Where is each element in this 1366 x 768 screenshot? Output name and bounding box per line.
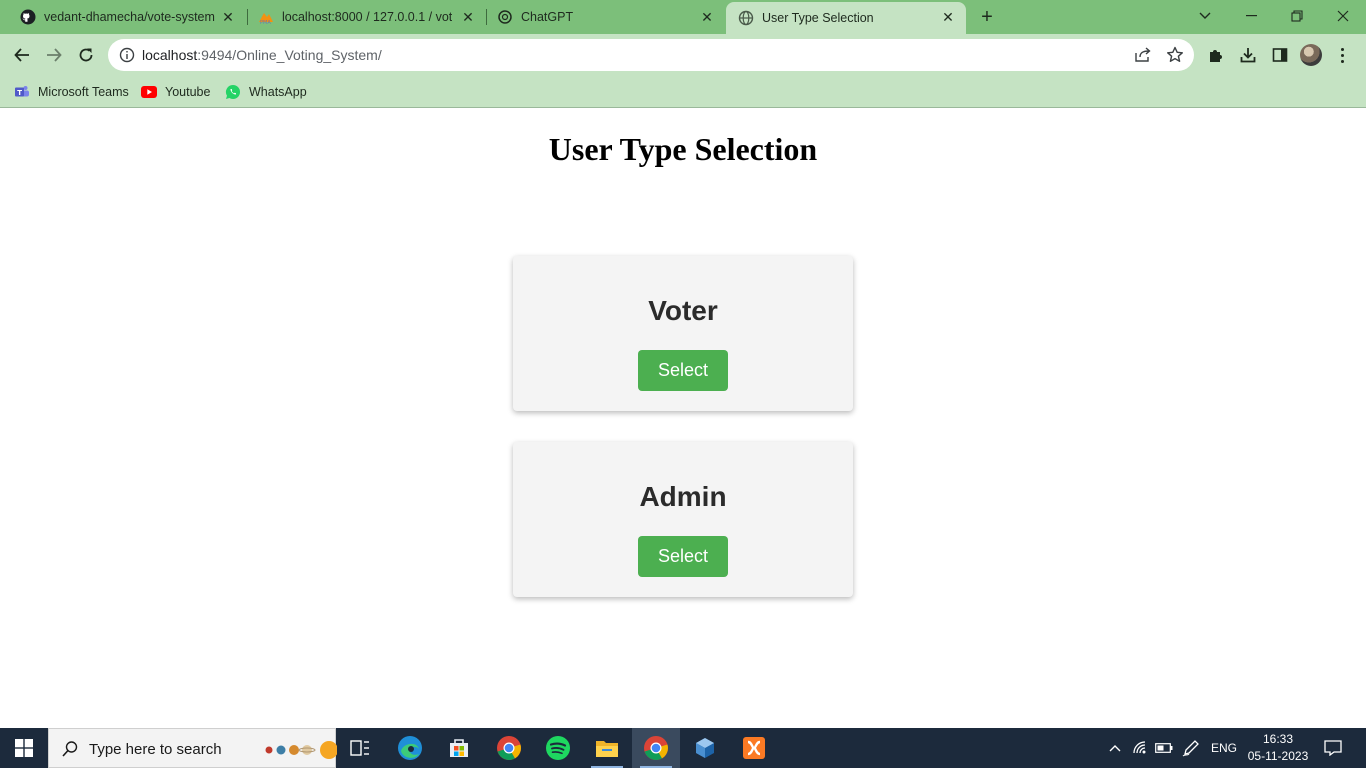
show-hidden-icons-chevron-icon[interactable]	[1104, 728, 1126, 768]
page-content: User Type Selection Voter Select Admin S…	[0, 109, 1366, 728]
bookmark-star-icon[interactable]	[1166, 46, 1184, 69]
select-admin-button[interactable]: Select	[638, 536, 728, 577]
bookmark-label: Microsoft Teams	[38, 85, 129, 99]
search-placeholder: Type here to search	[89, 741, 222, 758]
tab-strip: vedant-dhamecha/vote-system ✕ PMA localh…	[0, 0, 1366, 34]
tab-phpmyadmin[interactable]: PMA localhost:8000 / 127.0.0.1 / vote ✕	[248, 0, 486, 34]
chatgpt-icon	[497, 9, 513, 25]
bookmarks-bar: T Microsoft Teams Youtube WhatsApp	[0, 76, 1366, 108]
profile-avatar[interactable]	[1300, 44, 1322, 66]
card-title: Voter	[648, 295, 718, 326]
bookmark-microsoft-teams[interactable]: T Microsoft Teams	[14, 83, 129, 101]
battery-icon[interactable]	[1153, 728, 1175, 768]
microsoft-store-icon[interactable]	[435, 728, 483, 768]
bookmark-whatsapp[interactable]: WhatsApp	[225, 83, 307, 101]
more-menu-icon[interactable]	[1334, 44, 1350, 66]
tab-search-chevron-icon[interactable]	[1182, 0, 1228, 32]
close-icon[interactable]: ✕	[460, 9, 476, 25]
taskbar-search[interactable]: Type here to search	[48, 728, 338, 768]
tab-user-type-selection[interactable]: User Type Selection ✕	[726, 2, 966, 34]
tab-title: vedant-dhamecha/vote-system	[44, 10, 215, 24]
task-view-icon[interactable]	[336, 728, 384, 768]
tab-title: localhost:8000 / 127.0.0.1 / vote	[282, 10, 452, 24]
download-icon[interactable]	[1237, 44, 1259, 66]
back-button[interactable]	[8, 41, 36, 69]
taskbar-clock[interactable]: 16:33 05-11-2023	[1244, 731, 1312, 765]
bookmark-label: Youtube	[165, 85, 211, 99]
side-panel-icon[interactable]	[1269, 44, 1291, 66]
search-icon	[61, 740, 79, 763]
github-icon	[20, 9, 36, 25]
close-window-button[interactable]	[1320, 0, 1366, 32]
file-explorer-icon[interactable]	[583, 728, 631, 768]
new-tab-button[interactable]: +	[976, 6, 998, 28]
minimize-button[interactable]	[1228, 0, 1274, 32]
close-icon[interactable]: ✕	[940, 9, 956, 25]
clock-date: 05-11-2023	[1247, 749, 1309, 763]
share-icon[interactable]	[1134, 47, 1152, 68]
svg-text:PMA: PMA	[260, 20, 271, 25]
xampp-icon[interactable]	[730, 728, 778, 768]
wifi-icon[interactable]	[1130, 728, 1152, 768]
info-icon[interactable]	[119, 47, 135, 68]
virtualbox-icon[interactable]	[681, 728, 729, 768]
whatsapp-icon	[225, 84, 241, 100]
close-icon[interactable]: ✕	[220, 9, 236, 25]
phpmyadmin-icon: PMA	[258, 9, 274, 25]
tab-title: ChatGPT	[521, 10, 574, 24]
search-highlight-planets-icon[interactable]	[263, 739, 338, 761]
chrome-active-icon[interactable]	[632, 728, 680, 768]
close-icon[interactable]: ✕	[699, 9, 715, 25]
language-indicator[interactable]: ENG	[1208, 728, 1240, 768]
extensions-puzzle-icon[interactable]	[1205, 44, 1227, 66]
svg-text:T: T	[17, 89, 22, 97]
card-title: Admin	[639, 481, 727, 512]
tab-title: User Type Selection	[762, 11, 874, 25]
browser-toolbar: localhost:9494/Online_Voting_System/	[0, 34, 1366, 76]
youtube-icon	[141, 84, 157, 100]
bookmark-youtube[interactable]: Youtube	[141, 83, 210, 101]
page-title: User Type Selection	[548, 131, 818, 167]
spotify-icon[interactable]	[534, 728, 582, 768]
teams-icon: T	[14, 84, 30, 100]
tab-chatgpt[interactable]: ChatGPT ✕	[487, 0, 725, 34]
chrome-icon[interactable]	[485, 728, 533, 768]
address-bar[interactable]: localhost:9494/Online_Voting_System/	[108, 39, 1194, 71]
pen-icon[interactable]	[1180, 728, 1202, 768]
edge-icon[interactable]	[386, 728, 434, 768]
notifications-icon[interactable]	[1320, 728, 1346, 768]
windows-start-icon[interactable]	[0, 728, 48, 768]
clock-time: 16:33	[1262, 732, 1294, 746]
voter-card: Voter Select	[513, 256, 853, 411]
reload-button[interactable]	[72, 41, 100, 69]
url-text: localhost:9494/Online_Voting_System/	[142, 47, 382, 63]
forward-button[interactable]	[40, 41, 68, 69]
admin-card: Admin Select	[513, 442, 853, 597]
globe-icon	[738, 10, 754, 26]
tab-github[interactable]: vedant-dhamecha/vote-system ✕	[0, 0, 246, 34]
windows-taskbar: Type here to search ENG 16:33 05-11-2023	[0, 728, 1366, 768]
bookmark-label: WhatsApp	[249, 85, 307, 99]
restore-button[interactable]	[1274, 0, 1320, 32]
select-voter-button[interactable]: Select	[638, 350, 728, 391]
